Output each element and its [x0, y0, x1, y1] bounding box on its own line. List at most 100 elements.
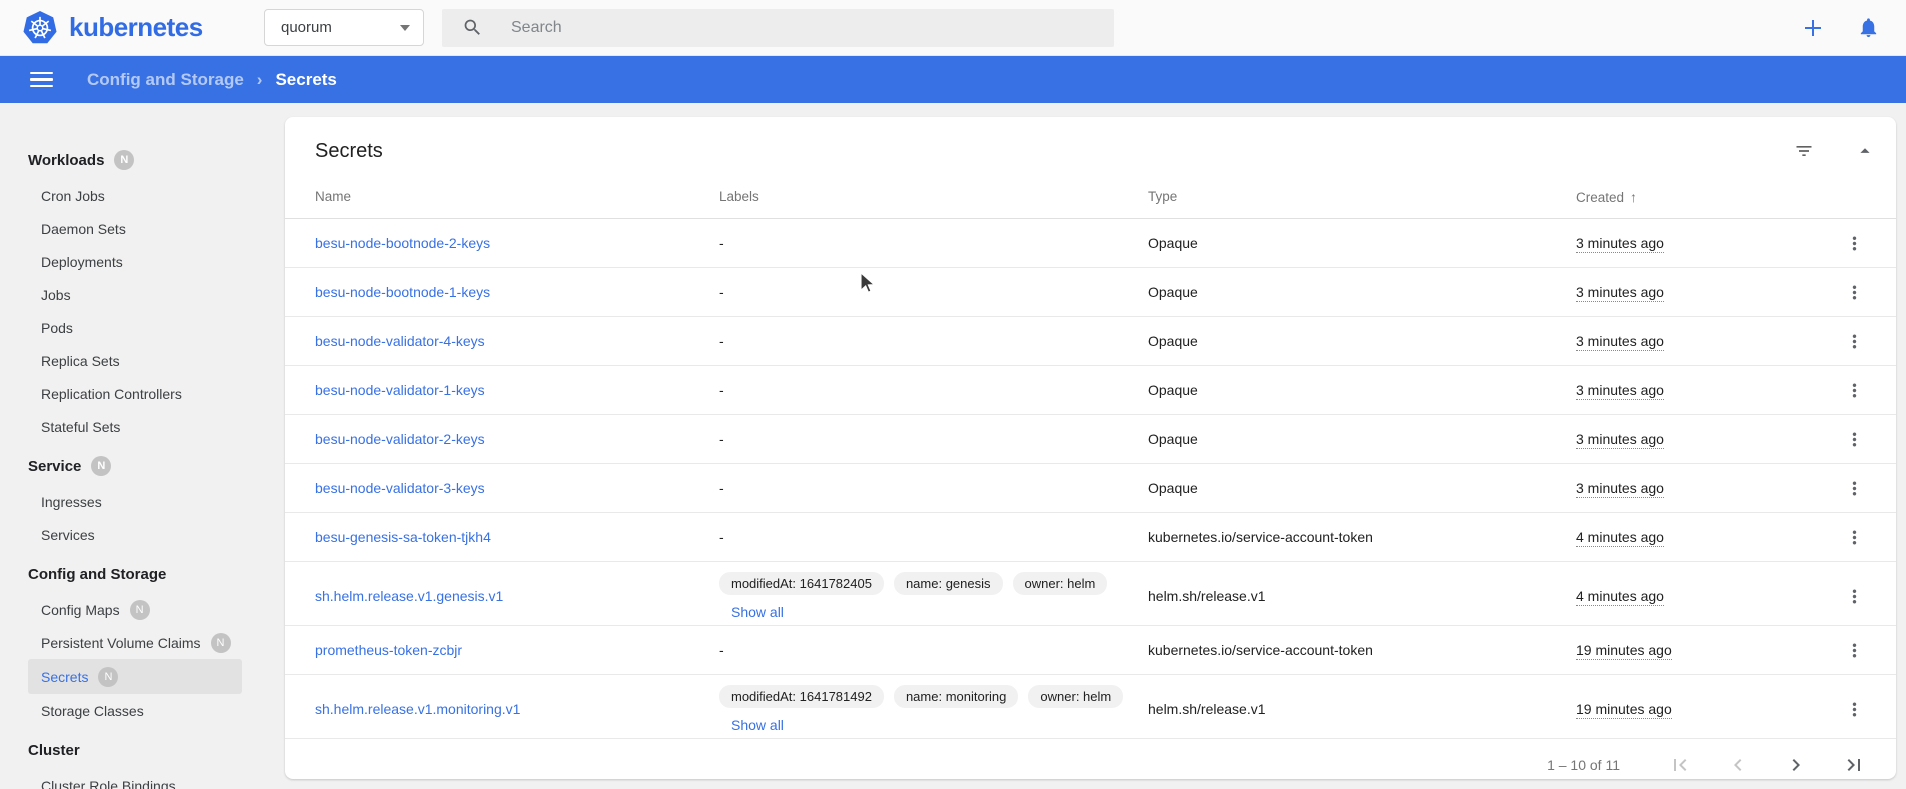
table-row: besu-node-bootnode-2-keys - Opaque 3 min…: [285, 219, 1896, 268]
created-cell: 3 minutes ago: [1576, 431, 1664, 449]
first-page-button[interactable]: [1668, 753, 1692, 777]
kubernetes-wheel-icon: [22, 10, 58, 46]
sidebar-item-deployments[interactable]: Deployments: [0, 245, 285, 278]
sidebar-section-workloads: Workloads N: [0, 141, 285, 179]
top-header: kubernetes quorum: [0, 0, 1906, 56]
created-cell: 19 minutes ago: [1576, 642, 1672, 660]
sidebar-section-service: Service N: [0, 447, 285, 485]
type-cell: Opaque: [1148, 333, 1576, 349]
labels-cell: -: [719, 431, 1148, 447]
last-page-button[interactable]: [1842, 753, 1866, 777]
label-chip: modifiedAt: 1641782405: [719, 572, 884, 595]
type-cell: kubernetes.io/service-account-token: [1148, 642, 1576, 658]
show-all-link[interactable]: Show all: [731, 604, 784, 620]
secret-name-link[interactable]: besu-genesis-sa-token-tjkh4: [315, 529, 719, 545]
row-menu-kebab-icon[interactable]: [1844, 527, 1865, 548]
row-menu-kebab-icon[interactable]: [1844, 640, 1865, 661]
kubernetes-logo[interactable]: kubernetes: [22, 10, 264, 46]
sidebar-item-services[interactable]: Services: [0, 518, 285, 551]
add-resource-button[interactable]: [1801, 16, 1825, 40]
sidebar-item-jobs[interactable]: Jobs: [0, 278, 285, 311]
sidebar-item-config-maps[interactable]: Config Maps N: [0, 593, 285, 626]
created-cell: 19 minutes ago: [1576, 701, 1672, 719]
search-input[interactable]: [511, 19, 1051, 37]
row-menu-kebab-icon[interactable]: [1844, 282, 1865, 303]
label-chip: owner: helm: [1028, 685, 1123, 708]
labels-cell: modifiedAt: 1641782405 name: genesis own…: [719, 562, 1148, 630]
filter-icon[interactable]: [1794, 141, 1814, 161]
row-menu-kebab-icon[interactable]: [1844, 429, 1865, 450]
sidebar-item-cron-jobs[interactable]: Cron Jobs: [0, 179, 285, 212]
secret-name-link[interactable]: besu-node-bootnode-2-keys: [315, 235, 719, 251]
column-header-created[interactable]: Created↑: [1576, 189, 1826, 205]
previous-page-button[interactable]: [1726, 753, 1750, 777]
labels-cell: -: [719, 284, 1148, 300]
namespace-selector[interactable]: quorum: [264, 9, 424, 46]
labels-cell: -: [719, 642, 1148, 658]
chevron-down-icon: [400, 25, 410, 31]
breadcrumb-parent[interactable]: Config and Storage: [87, 70, 244, 90]
labels-cell: -: [719, 529, 1148, 545]
secret-name-link[interactable]: besu-node-validator-2-keys: [315, 431, 719, 447]
row-menu-kebab-icon[interactable]: [1844, 331, 1865, 352]
type-cell: kubernetes.io/service-account-token: [1148, 529, 1576, 545]
created-cell: 3 minutes ago: [1576, 284, 1664, 302]
page-title: Secrets: [315, 140, 383, 163]
collapse-card-button[interactable]: [1854, 140, 1876, 162]
sidebar-item-replica-sets[interactable]: Replica Sets: [0, 344, 285, 377]
row-menu-kebab-icon[interactable]: [1844, 586, 1865, 607]
namespace-value: quorum: [281, 19, 332, 36]
created-cell: 4 minutes ago: [1576, 588, 1664, 606]
table-row: besu-node-bootnode-1-keys - Opaque 3 min…: [285, 268, 1896, 317]
sidebar-item-storage-classes[interactable]: Storage Classes: [0, 694, 285, 727]
column-header-name[interactable]: Name: [315, 189, 719, 204]
sidebar-item-cluster-role-bindings[interactable]: Cluster Role Bindings: [0, 769, 285, 789]
brand-name: kubernetes: [69, 12, 203, 43]
table-row: prometheus-token-zcbjr - kubernetes.io/s…: [285, 626, 1896, 675]
secret-name-link[interactable]: besu-node-validator-3-keys: [315, 480, 719, 496]
secret-name-link[interactable]: besu-node-validator-4-keys: [315, 333, 719, 349]
notifications-bell-icon[interactable]: [1857, 16, 1880, 39]
column-header-type[interactable]: Type: [1148, 189, 1576, 204]
secret-name-link[interactable]: sh.helm.release.v1.monitoring.v1: [315, 701, 719, 717]
type-cell: Opaque: [1148, 431, 1576, 447]
search-bar[interactable]: [442, 9, 1114, 47]
table-row: besu-node-validator-2-keys - Opaque 3 mi…: [285, 415, 1896, 464]
sort-arrow-up-icon: ↑: [1630, 189, 1637, 205]
sidebar-item-stateful-sets[interactable]: Stateful Sets: [0, 410, 285, 443]
table-row: besu-node-validator-1-keys - Opaque 3 mi…: [285, 366, 1896, 415]
sidebar-item-secrets[interactable]: Secrets N: [28, 659, 242, 694]
labels-cell: -: [719, 382, 1148, 398]
sidebar-item-pods[interactable]: Pods: [0, 311, 285, 344]
row-menu-kebab-icon[interactable]: [1844, 699, 1865, 720]
label-chip: modifiedAt: 1641781492: [719, 685, 884, 708]
row-menu-kebab-icon[interactable]: [1844, 380, 1865, 401]
breadcrumb-separator-icon: ›: [257, 70, 263, 90]
secret-name-link[interactable]: besu-node-validator-1-keys: [315, 382, 719, 398]
secret-name-link[interactable]: sh.helm.release.v1.genesis.v1: [315, 588, 719, 604]
show-all-link[interactable]: Show all: [731, 717, 784, 733]
sidebar-item-persistent-volume-claims[interactable]: Persistent Volume Claims N: [0, 626, 285, 659]
namespaced-badge: N: [98, 667, 118, 687]
sidebar-item-replication-controllers[interactable]: Replication Controllers: [0, 377, 285, 410]
breadcrumb-current: Secrets: [275, 70, 336, 90]
column-header-labels[interactable]: Labels: [719, 189, 1148, 204]
secret-name-link[interactable]: besu-node-bootnode-1-keys: [315, 284, 719, 300]
sidebar-item-daemon-sets[interactable]: Daemon Sets: [0, 212, 285, 245]
row-menu-kebab-icon[interactable]: [1844, 233, 1865, 254]
secret-name-link[interactable]: prometheus-token-zcbjr: [315, 642, 719, 658]
row-menu-kebab-icon[interactable]: [1844, 478, 1865, 499]
created-cell: 3 minutes ago: [1576, 333, 1664, 351]
table-row: besu-genesis-sa-token-tjkh4 - kubernetes…: [285, 513, 1896, 562]
pagination-range: 1 – 10 of 11: [1547, 757, 1620, 773]
namespaced-badge: N: [130, 600, 150, 620]
sidebar-item-ingresses[interactable]: Ingresses: [0, 485, 285, 518]
created-cell: 3 minutes ago: [1576, 480, 1664, 498]
pagination-bar: 1 – 10 of 11: [285, 739, 1896, 779]
sidebar-section-config-and-storage: Config and Storage: [0, 555, 285, 593]
sidebar-nav: Workloads N Cron Jobs Daemon Sets Deploy…: [0, 103, 285, 789]
type-cell: Opaque: [1148, 480, 1576, 496]
menu-hamburger-icon[interactable]: [30, 72, 53, 88]
type-cell: Opaque: [1148, 382, 1576, 398]
next-page-button[interactable]: [1784, 753, 1808, 777]
